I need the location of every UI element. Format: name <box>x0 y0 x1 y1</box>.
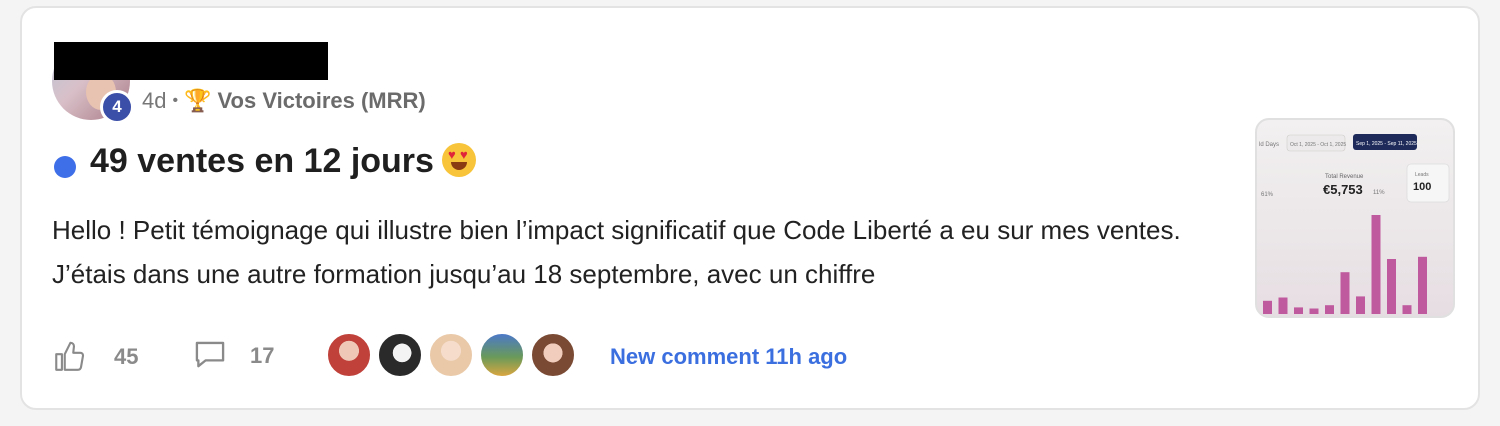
commenter-avatar[interactable] <box>326 332 372 378</box>
post-card[interactable]: 4 4d • 🏆 Vos Victoires (MRR) 49 ventes e… <box>20 6 1480 410</box>
commenter-avatar[interactable] <box>377 332 423 378</box>
thumb-tab-active: Sep 1, 2025 - Sep 11, 2025 <box>1356 141 1417 147</box>
unread-indicator <box>54 156 76 178</box>
thumb-edge-label: ld Days <box>1259 142 1279 148</box>
dashboard-screenshot-image: ld Days Oct 1, 2025 - Oct 1, 2025 Sep 1,… <box>1259 134 1450 314</box>
thumb-left-change: 61% <box>1261 192 1274 198</box>
thumb-bar <box>1356 296 1365 314</box>
heart-eyes-emoji-icon <box>441 143 476 177</box>
thumb-bar <box>1418 256 1427 314</box>
post-thumbnail[interactable]: ld Days Oct 1, 2025 - Oct 1, 2025 Sep 1,… <box>1255 118 1455 318</box>
post-title-text: 49 ventes en 12 jours <box>90 142 434 180</box>
post-title[interactable]: 49 ventes en 12 jours <box>90 142 476 181</box>
thumb-bar <box>1402 305 1412 314</box>
thumb-bar <box>1309 308 1319 314</box>
thumb-bar-chart <box>1263 215 1427 314</box>
thumb-side-value: 100 <box>1413 181 1431 193</box>
thumb-bar <box>1371 215 1381 314</box>
post-meta: 4d • 🏆 Vos Victoires (MRR) <box>142 88 426 114</box>
new-comment-link[interactable]: New comment 11h ago <box>610 344 847 370</box>
thumb-bar <box>1278 297 1288 314</box>
thumb-bar <box>1263 300 1272 314</box>
post-footer: 45 17 New comment 11h ago <box>52 332 952 378</box>
thumb-bar <box>1387 259 1396 314</box>
thumb-metric-value: €5,753 <box>1323 182 1363 197</box>
thumb-tab-left: Oct 1, 2025 - Oct 1, 2025 <box>1290 142 1346 148</box>
commenter-avatar[interactable] <box>428 332 474 378</box>
post-time: 4d <box>142 88 167 113</box>
like-stat[interactable]: 45 <box>52 340 138 374</box>
trophy-icon: 🏆 <box>184 88 212 113</box>
commenter-avatar[interactable] <box>479 332 525 378</box>
redacted-author-name <box>54 42 328 80</box>
thumb-bar <box>1340 272 1350 314</box>
category-link[interactable]: Vos Victoires (MRR) <box>218 88 426 114</box>
meta-separator: • <box>172 92 179 109</box>
like-count: 45 <box>114 344 139 369</box>
thumb-side-label: Leads <box>1415 172 1429 178</box>
comment-count: 17 <box>250 343 275 368</box>
post-excerpt[interactable]: Hello ! Petit témoignage qui illustre bi… <box>52 208 1232 296</box>
thumb-bar <box>1325 305 1334 314</box>
thumb-metric-change: 11% <box>1373 190 1385 196</box>
comment-icon[interactable] <box>192 340 228 372</box>
thumb-metric-label: Total Revenue <box>1325 174 1364 180</box>
level-badge: 4 <box>100 90 134 124</box>
thumbs-up-icon[interactable] <box>52 340 86 374</box>
commenter-avatar[interactable] <box>530 332 576 378</box>
thumb-bar <box>1294 307 1303 314</box>
comment-stat[interactable]: 17 <box>192 340 274 372</box>
